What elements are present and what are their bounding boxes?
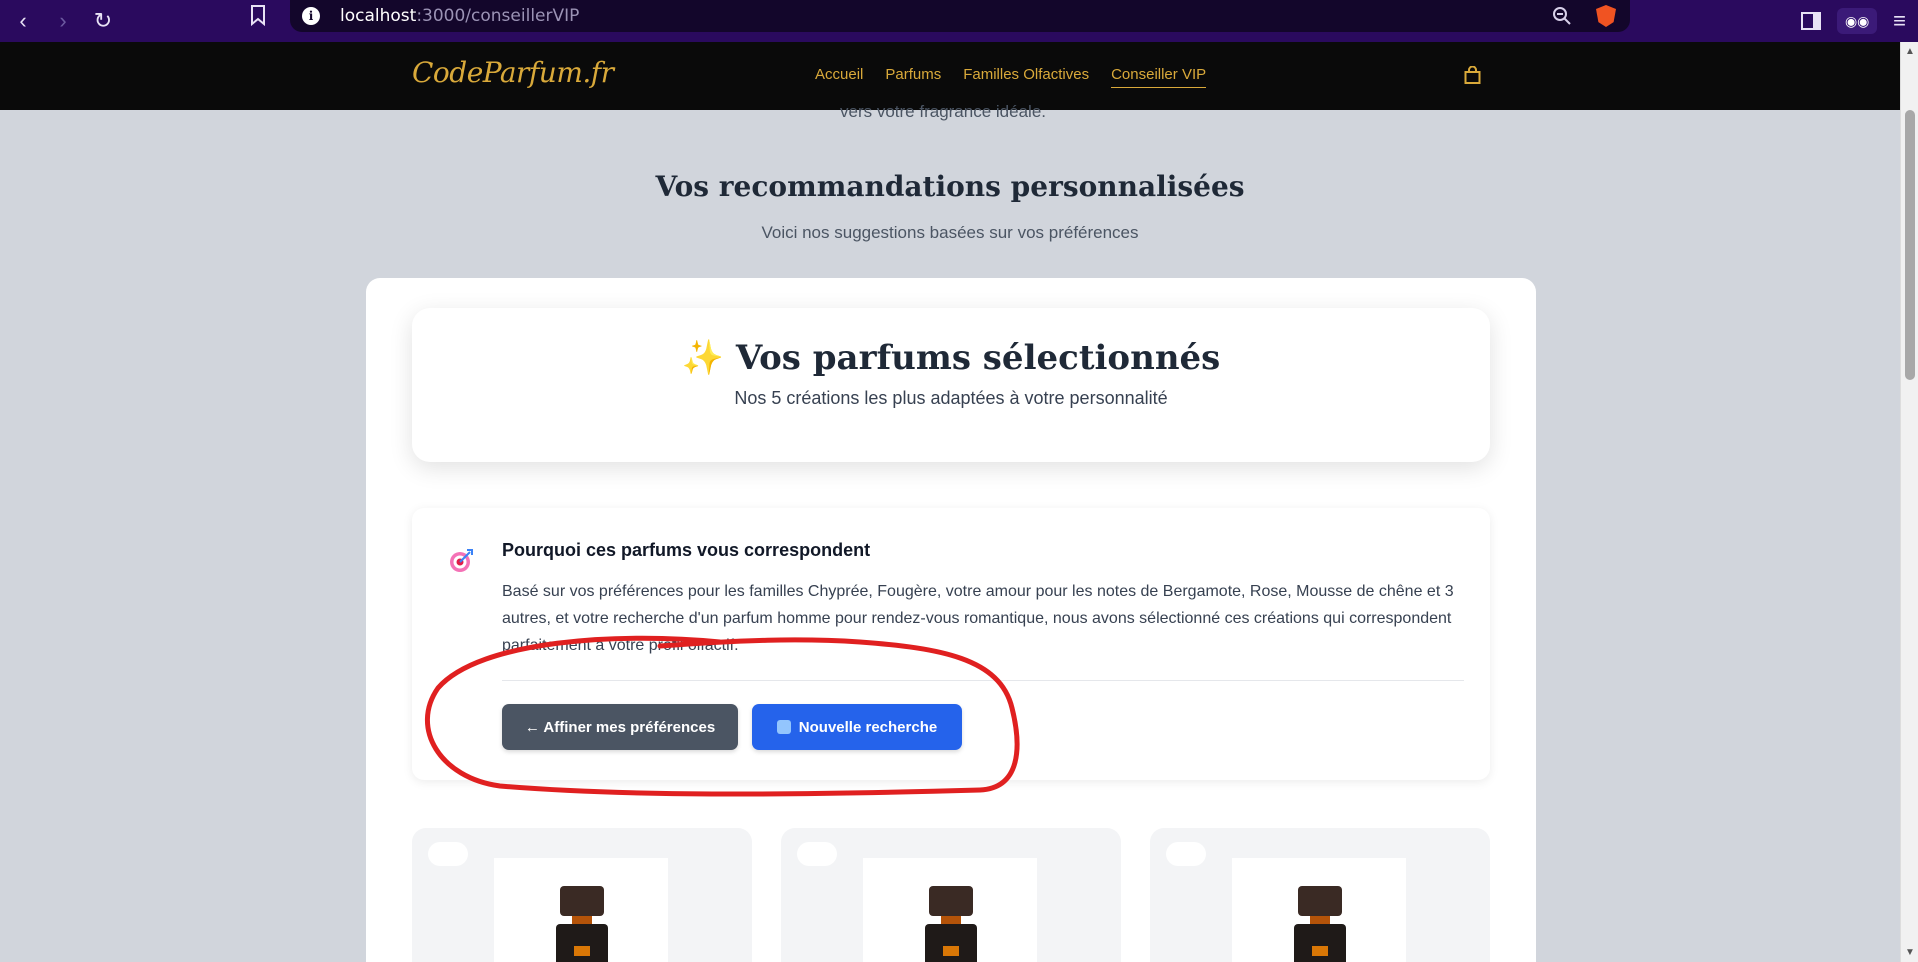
reload-icon[interactable]: ↻: [86, 4, 120, 38]
product-image[interactable]: [863, 858, 1037, 962]
cart-icon[interactable]: [1464, 65, 1481, 84]
nav-familles-olfactives[interactable]: Familles Olfactives: [963, 66, 1089, 88]
product-image[interactable]: [494, 858, 668, 962]
intro-text: vers votre fragrance idéale.: [840, 102, 1046, 121]
recommendations-subtitle: Voici nos suggestions basées sur vos pré…: [761, 223, 1139, 242]
sparkles-icon: ✨: [681, 338, 725, 378]
address-bar[interactable]: i localhost:3000/conseillerVIP: [290, 0, 1630, 32]
refine-preferences-button[interactable]: ← Affiner mes préférences: [502, 704, 738, 750]
back-icon[interactable]: ‹: [6, 4, 40, 38]
nav-parfums[interactable]: Parfums: [885, 66, 941, 88]
product-card[interactable]: [1150, 828, 1490, 962]
nav-conseiller-vip[interactable]: Conseiller VIP: [1111, 66, 1207, 88]
rank-badge: [797, 842, 837, 866]
bookmark-icon[interactable]: [250, 4, 266, 32]
site-header: CodeParfum.fr Accueil Parfums Familles O…: [0, 42, 1900, 110]
selected-title: ✨ Vos parfums sélectionnés: [681, 338, 1221, 378]
site-logo[interactable]: CodeParfum.fr: [412, 56, 614, 89]
new-search-button[interactable]: Nouvelle recherche: [752, 704, 962, 750]
product-card[interactable]: [412, 828, 752, 962]
zoom-icon[interactable]: [1552, 6, 1572, 31]
scroll-up-icon[interactable]: ▲: [1905, 46, 1915, 57]
url-text[interactable]: localhost:3000/conseillerVIP: [340, 6, 579, 26]
rank-badge: [428, 842, 468, 866]
product-card[interactable]: [781, 828, 1121, 962]
main-nav: Accueil Parfums Familles Olfactives Cons…: [815, 66, 1207, 88]
recommendations-title: Vos recommandations personnalisées: [655, 170, 1245, 203]
why-title: Pourquoi ces parfums vous correspondent: [502, 540, 871, 560]
sidebar-icon[interactable]: [1801, 12, 1822, 30]
selected-summary-card: ✨ Vos parfums sélectionnés Nos 5 créatio…: [412, 308, 1490, 462]
menu-icon[interactable]: ≡: [1893, 8, 1906, 34]
scroll-down-icon[interactable]: ▼: [1905, 947, 1915, 958]
page-scrollbar[interactable]: ▲ ▼: [1900, 42, 1918, 962]
why-card: Pourquoi ces parfums vous correspondent …: [412, 508, 1490, 780]
nav-accueil[interactable]: Accueil: [815, 66, 863, 88]
rank-badge: [1166, 842, 1206, 866]
product-image[interactable]: [1232, 858, 1406, 962]
forward-icon[interactable]: ›: [46, 4, 80, 38]
browser-toolbar: ‹ › ↻ i localhost:3000/conseillerVIP ◉◉ …: [0, 0, 1918, 42]
results-panel: ✨ Vos parfums sélectionnés Nos 5 créatio…: [366, 278, 1536, 962]
new-search-label: Nouvelle recherche: [798, 718, 938, 736]
glasses-icon[interactable]: ◉◉: [1837, 8, 1878, 34]
brave-icon[interactable]: [1596, 5, 1616, 27]
scrollbar-thumb[interactable]: [1905, 110, 1915, 380]
selected-subtitle: Nos 5 créations les plus adaptées à votr…: [734, 388, 1168, 408]
divider: [502, 680, 1464, 681]
target-icon: [448, 548, 474, 574]
why-text: Basé sur vos préférences pour les famill…: [502, 583, 1454, 654]
info-icon[interactable]: i: [302, 7, 320, 25]
refresh-icon: [776, 720, 791, 734]
